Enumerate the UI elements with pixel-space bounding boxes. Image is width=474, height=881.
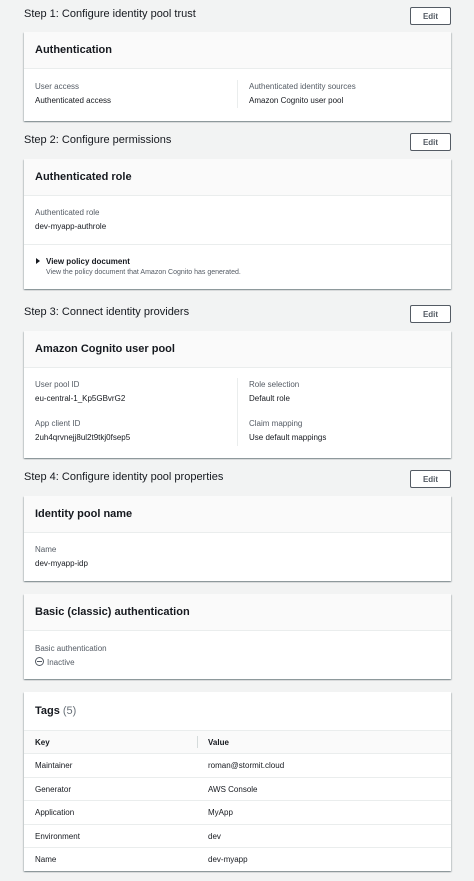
step1-header: Step 1: Configure identity pool trust Ed… — [0, 2, 474, 28]
step1-edit-button[interactable]: Edit — [410, 7, 451, 25]
caret-right-icon[interactable] — [36, 258, 40, 264]
view-policy-document-toggle[interactable]: View policy document — [46, 257, 130, 266]
column-header-key[interactable]: Key — [35, 738, 50, 747]
tag-value: dev — [208, 831, 221, 841]
step1-title: Step 1: Configure identity pool trust — [24, 8, 196, 20]
tag-value: dev-myapp — [208, 855, 248, 864]
cognito-user-pool-card-title: Amazon Cognito user pool — [24, 331, 451, 368]
role-selection-label: Role selection — [249, 380, 300, 389]
step2-title: Step 2: Configure permissions — [24, 134, 172, 146]
tags-count: (5) — [62, 704, 77, 717]
identity-pool-name-card-title: Identity pool name — [24, 496, 451, 533]
tag-value: AWS Console — [208, 784, 258, 794]
authenticated-role-label: Authenticated role — [35, 208, 100, 217]
table-row: Name dev-myapp — [24, 847, 451, 870]
cognito-user-pool-card: Amazon Cognito user pool User pool ID eu… — [24, 331, 451, 458]
tags-card: Tags (5) Key Value Maintainer roman@stor… — [24, 692, 451, 871]
tag-key: Name — [35, 855, 57, 864]
inactive-icon — [35, 657, 44, 666]
policy-description: View the policy document that Amazon Cog… — [46, 269, 241, 276]
role-selection-value: Default role — [249, 394, 290, 403]
tag-key: Generator — [35, 784, 72, 794]
name-label: Name — [35, 545, 57, 554]
table-row: Generator AWS Console — [24, 776, 451, 800]
basic-authentication-status: Inactive — [47, 658, 75, 667]
step2-edit-button[interactable]: Edit — [410, 133, 451, 151]
basic-authentication-label: Basic authentication — [35, 644, 107, 653]
column-divider — [237, 378, 238, 446]
authentication-card: Authentication User access Authenticated… — [24, 32, 451, 121]
user-access-value: Authenticated access — [35, 96, 112, 105]
column-header-value[interactable]: Value — [208, 738, 229, 747]
tag-value: roman@stormit.cloud — [208, 761, 285, 771]
tag-key: Maintainer — [35, 761, 73, 771]
app-client-id-label: App client ID — [35, 419, 81, 428]
step3-title: Step 3: Connect identity providers — [24, 306, 190, 318]
tags-title-text: Tags — [35, 704, 60, 717]
app-client-id-value: 2uh4qrvnejj8ul2t9tkj0fsep5 — [35, 433, 131, 442]
tags-title: Tags (5) — [24, 692, 451, 729]
identity-sources-value: Amazon Cognito user pool — [249, 96, 344, 105]
user-pool-id-label: User pool ID — [35, 380, 80, 389]
step3-header: Step 3: Connect identity providers Edit — [0, 300, 474, 326]
column-divider — [237, 80, 238, 108]
identity-sources-label: Authenticated identity sources — [249, 82, 356, 91]
tag-value: MyApp — [208, 808, 233, 818]
step2-header: Step 2: Configure permissions Edit — [0, 128, 474, 154]
tags-table-header: Key Value — [24, 730, 451, 754]
authenticated-role-value: dev-myapp-authrole — [35, 222, 107, 231]
step3-edit-button[interactable]: Edit — [410, 305, 451, 323]
table-row: Environment dev — [24, 823, 451, 847]
column-separator[interactable] — [197, 736, 198, 748]
identity-pool-name-card: Identity pool name Name dev-myapp-idp — [24, 496, 451, 581]
basic-authentication-card: Basic (classic) authentication Basic aut… — [24, 594, 451, 679]
tag-key: Application — [35, 808, 75, 818]
claim-mapping-label: Claim mapping — [249, 419, 303, 428]
authentication-card-title: Authentication — [24, 32, 451, 69]
claim-mapping-value: Use default mappings — [249, 433, 327, 442]
basic-authentication-card-title: Basic (classic) authentication — [24, 594, 451, 631]
table-row: Maintainer roman@stormit.cloud — [24, 753, 451, 776]
user-pool-id-value: eu-central-1_Kp5GBvrG2 — [35, 394, 126, 403]
name-value: dev-myapp-idp — [35, 559, 88, 568]
table-row: Application MyApp — [24, 800, 451, 823]
user-access-label: User access — [35, 82, 80, 91]
tag-key: Environment — [35, 831, 80, 841]
authenticated-role-card: Authenticated role Authenticated role de… — [24, 159, 451, 289]
authenticated-role-card-title: Authenticated role — [24, 159, 451, 196]
step4-title: Step 4: Configure identity pool properti… — [24, 471, 224, 483]
section-divider — [24, 244, 451, 245]
step4-header: Step 4: Configure identity pool properti… — [0, 465, 474, 491]
step4-edit-button[interactable]: Edit — [410, 470, 451, 488]
